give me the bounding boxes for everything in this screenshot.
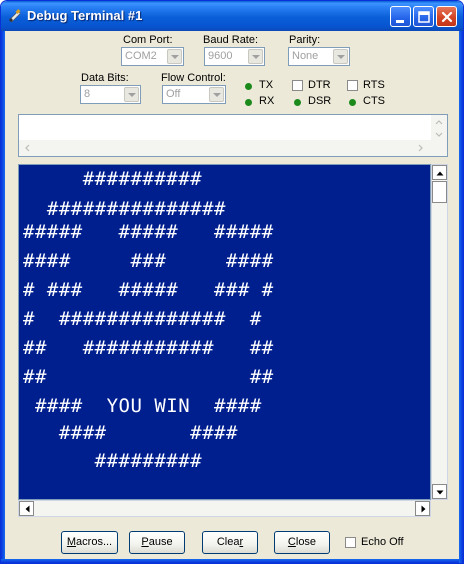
rts-checkbox[interactable]: [347, 80, 358, 91]
data-bits-value: 8: [84, 88, 91, 100]
chevron-down-icon: [167, 49, 182, 64]
pause-button[interactable]: Pause: [129, 531, 185, 554]
scroll-down-button[interactable]: [432, 484, 447, 499]
chevron-down-icon: [333, 49, 348, 64]
close-accel: C: [287, 536, 296, 548]
maximize-button[interactable]: [413, 6, 434, 27]
terminal-line: #### YOU WIN ####: [23, 395, 262, 417]
macros-label: acros...: [76, 536, 113, 548]
flow-control-value: Off: [166, 88, 181, 100]
minimize-button[interactable]: [390, 6, 411, 27]
parity-label: Parity:: [289, 34, 321, 46]
tx-led-icon: [245, 83, 252, 90]
scrollbar-corner: [431, 500, 448, 517]
scroll-up-button[interactable]: [432, 165, 447, 180]
cts-led-icon: [349, 99, 356, 106]
flow-control-select[interactable]: Off: [162, 85, 226, 104]
chevron-down-icon: [124, 87, 139, 102]
chevron-down-icon: [209, 87, 224, 102]
chevron-down-icon: [248, 49, 263, 64]
wrench-pencil-icon: [9, 9, 21, 23]
window-title: Debug Terminal #1: [27, 8, 143, 23]
close-icon: [441, 11, 453, 23]
rts-label: RTS: [363, 79, 385, 91]
input-horizontal-scrollbar[interactable]: [19, 140, 431, 156]
terminal-line: # ### ##### ### #: [23, 279, 274, 301]
clear-label: Clea: [216, 536, 240, 548]
com-port-value: COM2: [125, 50, 157, 62]
terminal-vertical-scrollbar[interactable]: [431, 164, 448, 500]
terminal-line: ## ########### ##: [23, 337, 274, 359]
terminal-line: ###############: [23, 198, 226, 220]
terminal-line: ## ##: [23, 366, 274, 388]
parity-select[interactable]: None: [288, 47, 350, 66]
close-label: lose: [295, 536, 317, 548]
arrow-up-icon: [436, 171, 444, 176]
terminal-line: #########: [23, 450, 203, 472]
com-port-select[interactable]: COM2: [121, 47, 184, 66]
close-window-button[interactable]: [436, 6, 457, 27]
terminal-line: # ############## #: [23, 308, 262, 330]
terminal-horizontal-scrollbar[interactable]: [18, 500, 431, 517]
rx-led-icon: [245, 99, 252, 106]
tx-label: TX: [259, 79, 274, 91]
dsr-led-icon: [294, 99, 301, 106]
minimize-icon: [396, 20, 404, 23]
dsr-label: DSR: [308, 95, 332, 107]
parity-value: None: [292, 50, 319, 62]
macros-button[interactable]: Macros...: [61, 531, 118, 554]
baud-rate-value: 9600: [208, 50, 233, 62]
pause-accel: P: [141, 536, 149, 548]
data-bits-label: Data Bits:: [81, 72, 129, 84]
scroll-left-button[interactable]: [19, 501, 34, 516]
maximize-icon: [418, 11, 430, 23]
com-port-label: Com Port:: [123, 34, 173, 46]
scroll-right-icon: [418, 144, 423, 152]
terminal-output[interactable]: ########## ############### ##### ##### #…: [18, 164, 431, 500]
echo-off-checkbox[interactable]: [345, 537, 356, 548]
rx-label: RX: [259, 95, 275, 107]
scroll-arrows-icon: [435, 120, 443, 137]
flow-control-label: Flow Control:: [161, 72, 226, 84]
close-button[interactable]: Close: [274, 531, 330, 554]
cts-label: CTS: [363, 95, 385, 107]
scroll-thumb[interactable]: [432, 181, 447, 203]
baud-rate-select[interactable]: 9600: [204, 47, 265, 66]
clear-button[interactable]: Clear: [202, 531, 258, 554]
clear-accel: r: [239, 536, 244, 548]
terminal-line: #### ####: [23, 422, 238, 444]
title-bar[interactable]: Debug Terminal #1: [1, 1, 463, 31]
terminal-line: ##### ##### #####: [23, 221, 274, 243]
pause-label: ause: [148, 536, 173, 548]
dtr-checkbox[interactable]: [292, 80, 303, 91]
arrow-down-icon: [436, 490, 444, 495]
arrow-left-icon: [25, 505, 30, 513]
macros-accel: M: [66, 536, 77, 548]
baud-rate-label: Baud Rate:: [203, 34, 259, 46]
transmit-input[interactable]: [18, 114, 448, 157]
debug-terminal-window: Debug Terminal #1 Com Port: COM2 Baud Ra…: [0, 0, 464, 564]
scroll-left-icon: [25, 144, 30, 152]
data-bits-select[interactable]: 8: [80, 85, 141, 104]
arrow-right-icon: [421, 505, 426, 513]
input-vertical-scrollbar[interactable]: [431, 115, 447, 156]
terminal-line: ##########: [23, 168, 203, 190]
dtr-label: DTR: [308, 79, 331, 91]
scroll-right-button[interactable]: [415, 501, 430, 516]
terminal-line: #### ### ####: [23, 250, 274, 272]
window-bottom-border: [1, 559, 463, 563]
echo-off-label: Echo Off: [361, 536, 404, 548]
